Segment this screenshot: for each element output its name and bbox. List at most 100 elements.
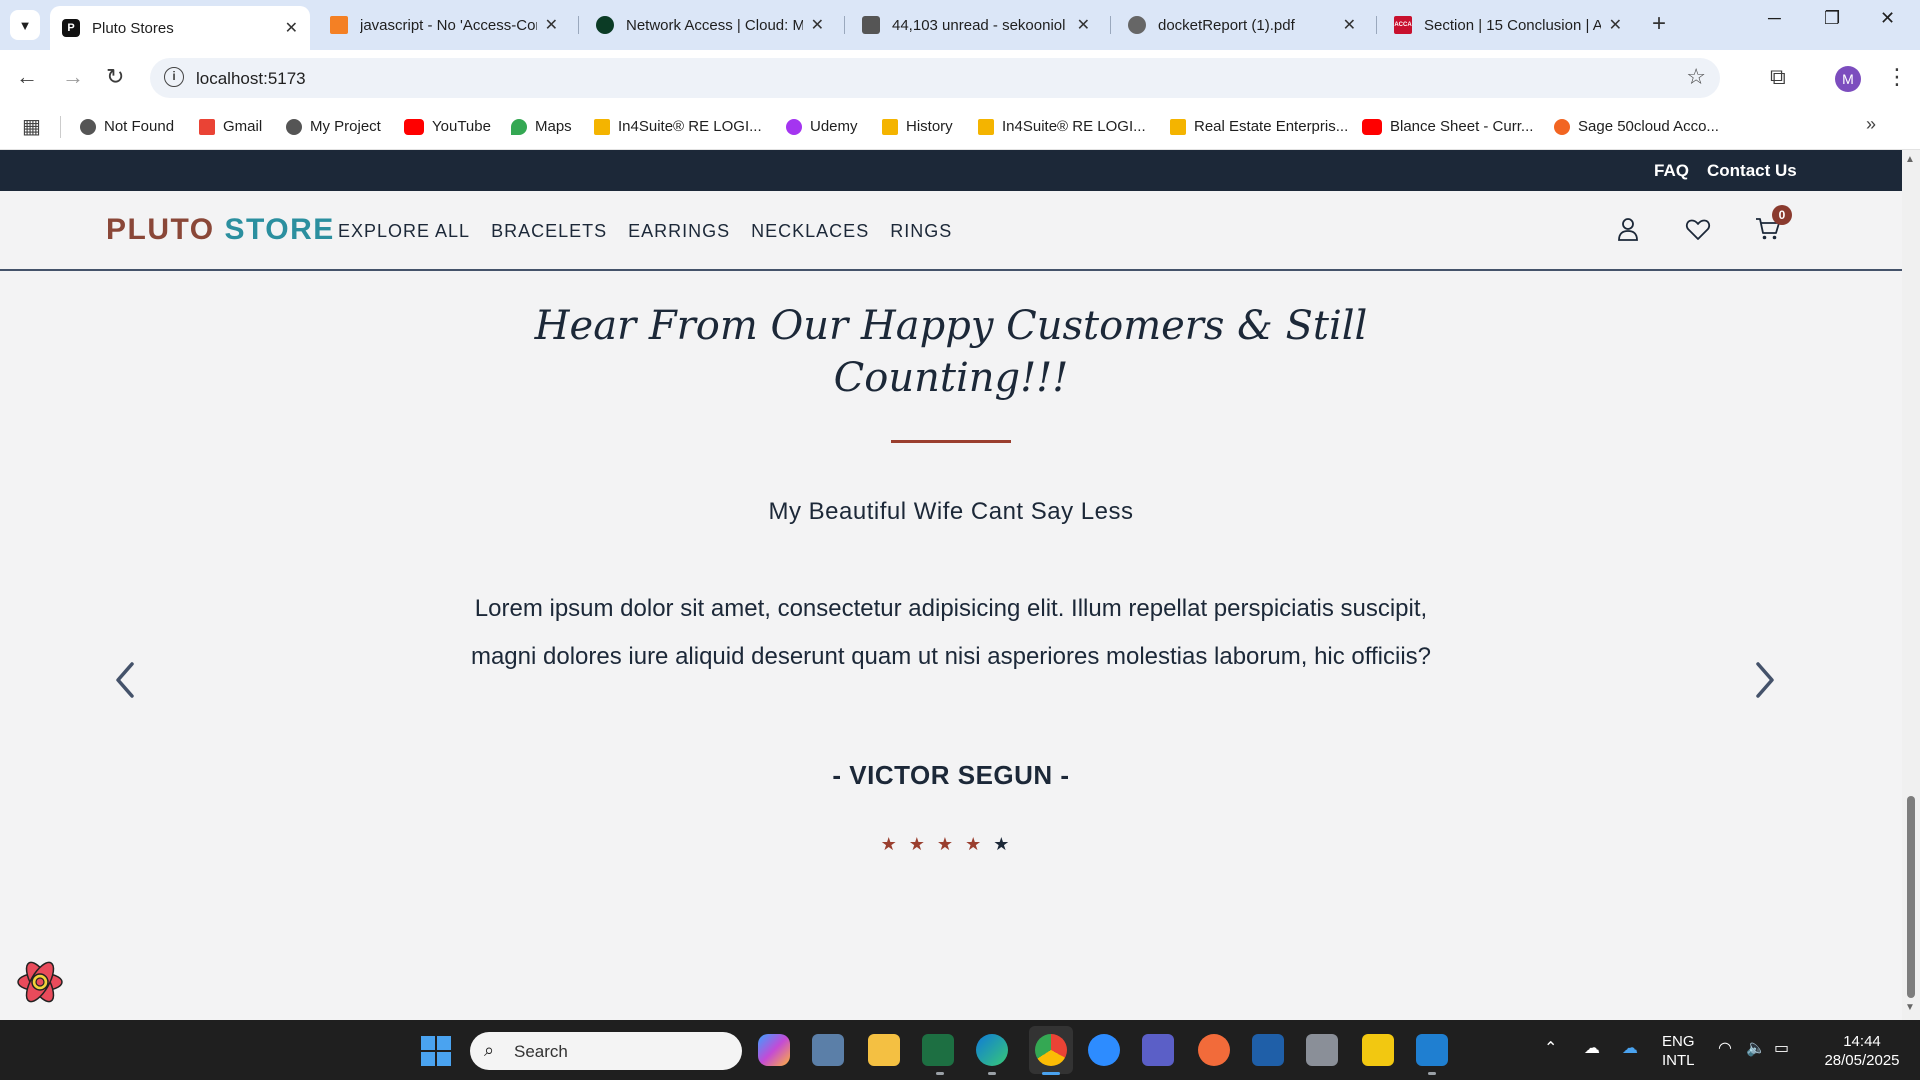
sage-icon bbox=[1554, 118, 1570, 135]
close-icon[interactable]: ✕ bbox=[1077, 15, 1090, 35]
restore-icon[interactable]: ❐ bbox=[1824, 8, 1840, 29]
bookmark-not-found[interactable]: Not Found bbox=[80, 118, 174, 135]
bookmark-sage[interactable]: Sage 50cloud Acco... bbox=[1554, 118, 1719, 135]
bookmark-youtube[interactable]: YouTube bbox=[404, 118, 491, 135]
onedrive-icon[interactable]: ☁ bbox=[1622, 1038, 1638, 1058]
tray-chevron-up-icon[interactable]: ⌃ bbox=[1544, 1038, 1557, 1058]
minimize-icon[interactable]: ─ bbox=[1768, 8, 1781, 29]
power-bi-icon[interactable] bbox=[1362, 1034, 1394, 1066]
windows-start-icon[interactable] bbox=[421, 1036, 451, 1066]
star-icon: ★ bbox=[880, 834, 909, 854]
tab-docket-report[interactable]: docketReport (1).pdf ✕ bbox=[1116, 6, 1368, 44]
site-header: PLUTO STORE EXPLORE ALL BRACELETS EARRIN… bbox=[0, 191, 1902, 271]
heading-line-1: Hear From Our Happy Customers & Still bbox=[534, 303, 1368, 349]
bookmark-in4suite-2[interactable]: In4Suite® RE LOGI... bbox=[978, 118, 1146, 135]
bookmark-label: Not Found bbox=[104, 118, 175, 135]
bookmark-udemy[interactable]: Udemy bbox=[786, 118, 858, 135]
sql-server-icon[interactable] bbox=[1252, 1034, 1284, 1066]
bookmark-history[interactable]: History bbox=[882, 118, 953, 135]
teams-icon[interactable] bbox=[1142, 1034, 1174, 1066]
windows-taskbar: ⌕ Search ⌃ ☁ ☁ ENG INTL ◠ 🔈 ▭ 14:44 28/0… bbox=[0, 1020, 1920, 1080]
close-icon[interactable]: ✕ bbox=[1343, 15, 1356, 35]
tab-mail-unread[interactable]: 44,103 unread - sekooniol ✕ bbox=[850, 6, 1102, 44]
tab-network-access[interactable]: Network Access | Cloud: M ✕ bbox=[584, 6, 836, 44]
extensions-puzzle-icon[interactable]: ⧉ bbox=[1770, 64, 1786, 90]
tab-pluto-stores[interactable]: P Pluto Stores ✕ bbox=[50, 6, 310, 50]
react-devtools-icon[interactable] bbox=[14, 956, 66, 1008]
user-icon[interactable] bbox=[1614, 215, 1642, 243]
next-chevron-icon[interactable] bbox=[1744, 658, 1784, 702]
bookmark-my-project[interactable]: My Project bbox=[286, 118, 381, 135]
battery-icon[interactable]: ▭ bbox=[1774, 1038, 1789, 1058]
nav-earrings[interactable]: EARRINGS bbox=[628, 221, 730, 242]
language-indicator[interactable]: ENG INTL bbox=[1662, 1032, 1695, 1070]
apps-grid-icon[interactable]: ▦ bbox=[22, 114, 41, 139]
bookmark-real-estate[interactable]: Real Estate Enterpris... bbox=[1170, 118, 1348, 135]
nav-explore-all[interactable]: EXPLORE ALL bbox=[338, 221, 470, 242]
new-tab-plus-icon[interactable]: + bbox=[1652, 10, 1666, 38]
scroll-thumb[interactable] bbox=[1907, 796, 1915, 998]
page-scrollbar[interactable]: ▲ ▼ bbox=[1902, 150, 1920, 1020]
clock-date: 28/05/2025 bbox=[1824, 1052, 1900, 1069]
site-info-icon[interactable]: i bbox=[164, 67, 184, 87]
contact-us-link[interactable]: Contact Us bbox=[1707, 161, 1797, 181]
taskbar-search[interactable]: ⌕ Search bbox=[470, 1032, 742, 1070]
bookmarks-separator bbox=[60, 116, 61, 138]
tab-separator bbox=[1376, 16, 1377, 34]
bookmark-balance-sheet[interactable]: Blance Sheet - Curr... bbox=[1362, 118, 1533, 135]
scroll-up-icon[interactable]: ▲ bbox=[1905, 154, 1915, 165]
nav-rings[interactable]: RINGS bbox=[890, 221, 952, 242]
close-icon[interactable]: ✕ bbox=[285, 18, 298, 38]
volume-icon[interactable]: 🔈 bbox=[1746, 1038, 1766, 1058]
clock[interactable]: 14:44 28/05/2025 bbox=[1814, 1032, 1910, 1070]
excel-icon[interactable] bbox=[922, 1034, 954, 1066]
bookmark-label: Udemy bbox=[810, 118, 858, 135]
window-close-icon[interactable]: ✕ bbox=[1880, 8, 1895, 29]
edge-icon[interactable] bbox=[976, 1034, 1008, 1066]
tab-search-button[interactable]: ▼ bbox=[10, 10, 40, 40]
bookmark-in4suite-1[interactable]: In4Suite® RE LOGI... bbox=[594, 118, 762, 135]
running-indicator bbox=[1428, 1072, 1436, 1075]
chrome-icon[interactable] bbox=[1035, 1034, 1067, 1066]
zoom-icon[interactable] bbox=[1088, 1034, 1120, 1066]
more-bookmarks-chevron-icon[interactable]: » bbox=[1866, 114, 1876, 135]
address-bar[interactable]: i localhost:5173 ☆ bbox=[150, 58, 1720, 98]
close-icon[interactable]: ✕ bbox=[545, 15, 558, 35]
star-icon: ★ bbox=[965, 834, 994, 854]
nav-bracelets[interactable]: BRACELETS bbox=[491, 221, 607, 242]
calculator-icon[interactable] bbox=[1306, 1034, 1338, 1066]
nav-necklaces[interactable]: NECKLACES bbox=[751, 221, 869, 242]
tab-section-conclusion[interactable]: ACCA Section | 15 Conclusion | A ✕ bbox=[1382, 6, 1634, 44]
copilot-icon[interactable] bbox=[758, 1034, 790, 1066]
heart-icon[interactable] bbox=[1684, 215, 1712, 243]
pluto-store-logo[interactable]: PLUTO STORE bbox=[106, 213, 335, 247]
mongodb-leaf-icon bbox=[596, 16, 614, 34]
close-icon[interactable]: ✕ bbox=[811, 15, 824, 35]
logo-part-1: PLUTO bbox=[106, 213, 215, 246]
bookmark-label: YouTube bbox=[432, 118, 491, 135]
reload-icon[interactable]: ↻ bbox=[106, 64, 124, 90]
bookmark-label: Sage 50cloud Acco... bbox=[1578, 118, 1719, 135]
tab-javascript[interactable]: javascript - No 'Access-Cor ✕ bbox=[318, 6, 570, 44]
faq-link[interactable]: FAQ bbox=[1654, 161, 1689, 181]
vscode-icon[interactable] bbox=[1416, 1034, 1448, 1066]
postman-icon[interactable] bbox=[1198, 1034, 1230, 1066]
previous-chevron-icon[interactable] bbox=[106, 658, 146, 702]
bookmark-gmail[interactable]: Gmail bbox=[199, 118, 262, 135]
file-explorer-icon[interactable] bbox=[868, 1034, 900, 1066]
scroll-down-icon[interactable]: ▼ bbox=[1905, 1002, 1915, 1013]
url-text[interactable]: localhost:5173 bbox=[196, 69, 306, 89]
wifi-icon[interactable]: ◠ bbox=[1718, 1038, 1732, 1058]
more-menu-icon[interactable]: ⋮ bbox=[1886, 64, 1908, 90]
browser-toolbar: ← → ↻ i localhost:5173 ☆ ⧉ ⋮ bbox=[0, 50, 1920, 106]
close-icon[interactable]: ✕ bbox=[1609, 15, 1622, 35]
back-arrow-icon[interactable]: ← bbox=[16, 64, 38, 90]
profile-avatar[interactable]: M bbox=[1835, 66, 1861, 92]
bookmark-star-icon[interactable]: ☆ bbox=[1686, 64, 1706, 90]
weather-cloud-icon[interactable]: ☁ bbox=[1584, 1038, 1600, 1058]
forward-arrow-icon[interactable]: → bbox=[62, 64, 84, 90]
bookmark-maps[interactable]: Maps bbox=[511, 118, 572, 135]
remote-desktop-icon[interactable] bbox=[812, 1034, 844, 1066]
web-page: FAQ Contact Us PLUTO STORE EXPLORE ALL B… bbox=[0, 150, 1902, 1020]
site-top-bar: FAQ Contact Us bbox=[0, 150, 1902, 191]
